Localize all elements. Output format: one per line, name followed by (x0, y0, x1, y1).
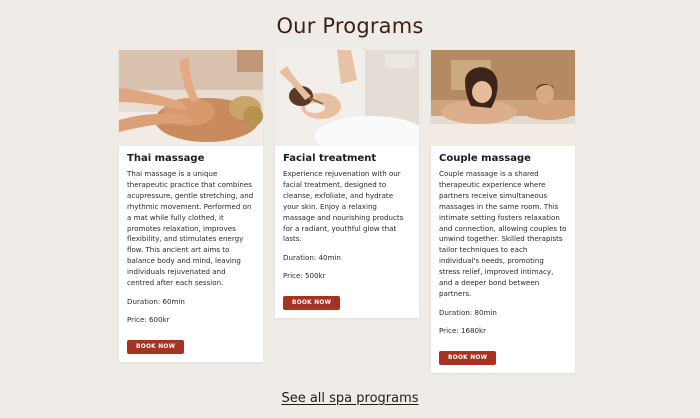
card-title: Thai massage (127, 153, 205, 164)
card-duration: Duration: 60min (127, 296, 185, 306)
page-title: Our Programs (276, 14, 424, 38)
card-description: Couple massage is a shared therapeutic e… (439, 169, 567, 298)
couple-massage-photo (431, 50, 575, 146)
card-price: Price: 1680kr (439, 325, 487, 335)
book-now-button[interactable]: BOOK NOW (283, 296, 341, 311)
card-price: Price: 600kr (127, 314, 170, 324)
program-card-couple-massage: Couple massage Couple massage is a share… (431, 50, 575, 373)
program-card-facial-treatment: Facial treatment Experience rejuvenation… (275, 50, 419, 319)
card-description: Experience rejuvenation with our facial … (283, 169, 404, 244)
program-card-thai-massage: Thai massage Thai massage is a unique th… (119, 50, 263, 362)
program-cards: Thai massage Thai massage is a unique th… (119, 50, 576, 373)
card-price: Price: 500kr (283, 271, 326, 281)
book-now-button[interactable]: BOOK NOW (127, 339, 185, 354)
card-title: Couple massage (439, 153, 531, 164)
see-all-programs-link[interactable]: See all spa programs (281, 391, 418, 406)
book-now-button[interactable]: BOOK NOW (439, 350, 497, 365)
card-duration: Duration: 80min (439, 307, 497, 317)
see-all-container: See all spa programs (0, 387, 700, 406)
card-duration: Duration: 40min (283, 253, 341, 263)
facial-treatment-photo (275, 50, 419, 146)
thai-massage-photo (119, 50, 263, 146)
card-description: Thai massage is a unique therapeutic pra… (127, 169, 254, 288)
card-title: Facial treatment (283, 153, 377, 164)
